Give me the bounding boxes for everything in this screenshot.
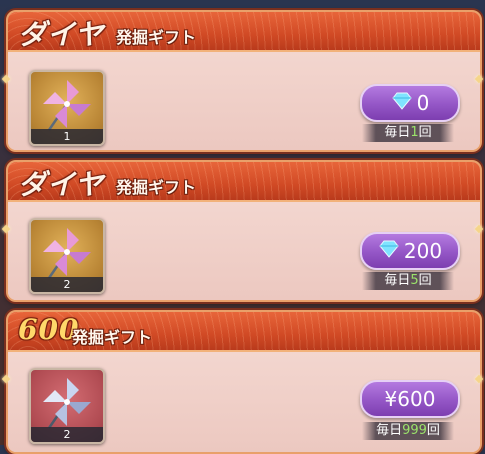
- item-count: 2: [31, 427, 103, 442]
- daily-limit: 毎日5回: [362, 272, 454, 290]
- card-title-sub: 発掘ギフト: [116, 28, 197, 47]
- card-header: ダイヤ 発掘ギフト: [8, 162, 480, 202]
- card-title-main: 600: [18, 313, 80, 346]
- daily-prefix: 毎日: [384, 273, 411, 288]
- daily-limit: 毎日999回: [362, 422, 454, 440]
- item-count: 2: [31, 277, 103, 292]
- daily-suffix: 回: [426, 423, 440, 438]
- buy-button[interactable]: 0: [360, 84, 460, 122]
- daily-suffix: 回: [418, 125, 432, 140]
- price-label: ¥600: [384, 387, 436, 411]
- card-header: ダイヤ 発掘ギフト: [8, 12, 480, 52]
- buy-button[interactable]: 200: [360, 232, 460, 270]
- diamond-icon: [378, 234, 400, 268]
- card-title-sub: 発掘ギフト: [116, 178, 197, 197]
- card-title-sub: 発掘ギフト: [72, 328, 153, 347]
- card-header: 600 発掘ギフト: [8, 312, 480, 352]
- buy-button[interactable]: ¥600: [360, 380, 460, 418]
- daily-prefix: 毎日: [376, 423, 403, 438]
- price-label: 200: [403, 239, 443, 263]
- gift-card-3: 600 発掘ギフト 2 ¥600 毎日999回: [6, 310, 482, 454]
- daily-count: 5: [410, 273, 419, 288]
- item-slot[interactable]: 2: [29, 368, 105, 444]
- item-slot[interactable]: 2: [29, 218, 105, 294]
- pinwheel-icon: [43, 378, 91, 429]
- pinwheel-icon: [43, 228, 91, 279]
- daily-count: 999: [402, 423, 427, 438]
- daily-count: 1: [410, 125, 419, 140]
- price-label: 0: [416, 91, 430, 115]
- card-title-main: ダイヤ: [18, 18, 105, 51]
- pinwheel-icon: [43, 80, 91, 131]
- card-title-main: ダイヤ: [18, 168, 105, 201]
- diamond-icon: [391, 86, 413, 120]
- daily-prefix: 毎日: [384, 125, 411, 140]
- item-slot[interactable]: 1: [29, 70, 105, 146]
- gift-card-1: ダイヤ 発掘ギフト 1 0 毎日1回: [6, 10, 482, 152]
- daily-suffix: 回: [418, 273, 432, 288]
- gift-card-2: ダイヤ 発掘ギフト 2 200 毎日5回: [6, 160, 482, 302]
- daily-limit: 毎日1回: [362, 124, 454, 142]
- item-count: 1: [31, 129, 103, 144]
